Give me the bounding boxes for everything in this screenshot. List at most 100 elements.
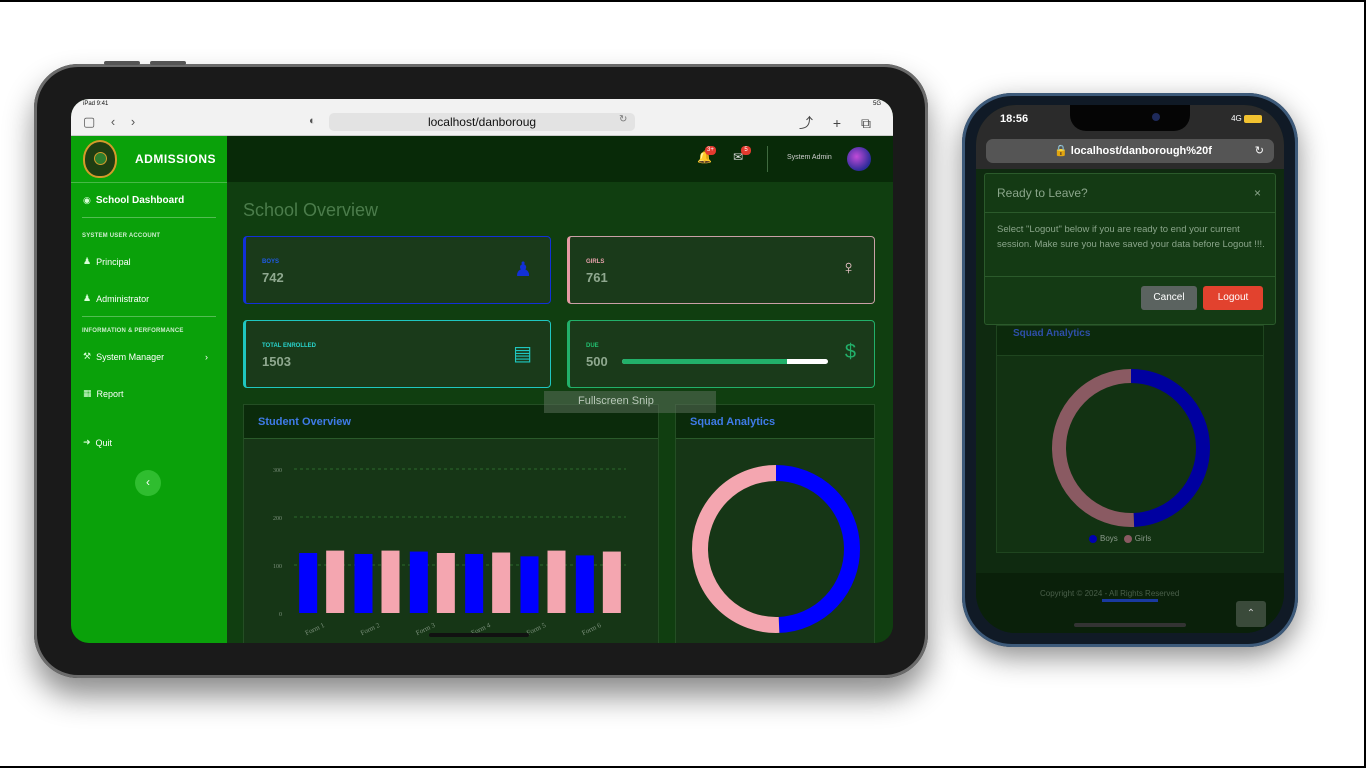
bar bbox=[326, 550, 345, 613]
due-card: DUE 500 $ bbox=[567, 320, 875, 388]
modal-divider bbox=[985, 212, 1275, 213]
squad-analytics-panel: Squad Analytics Boys Girls bbox=[996, 325, 1264, 553]
sidebar-brand[interactable]: ADMISSIONS bbox=[71, 136, 227, 183]
phone-device: 18:56 4G 🔒 localhost/danborough%20f ↻ Sq… bbox=[962, 93, 1298, 647]
bar bbox=[436, 553, 455, 613]
y-tick-label: 200 bbox=[273, 516, 282, 522]
x-tick-label: Form 6 bbox=[581, 621, 603, 637]
brand-title: ADMISSIONS bbox=[135, 152, 217, 166]
card-value: 1503 bbox=[262, 354, 291, 369]
sidebar-item-label: Principal bbox=[96, 256, 131, 267]
address-bar[interactable]: localhost/danboroug bbox=[329, 113, 635, 131]
topbar: 🔔 3+ ✉ 5 System Admin bbox=[227, 136, 893, 182]
tablet-status-bar: iPad 9:41 5G bbox=[71, 99, 893, 109]
squad-donut-chart bbox=[692, 465, 860, 633]
home-indicator bbox=[429, 633, 529, 637]
sidebar-item-label: System Manager bbox=[96, 351, 165, 362]
page-title: School Overview bbox=[243, 200, 379, 220]
frame-border-top bbox=[0, 0, 1366, 2]
phone-screen: 18:56 4G 🔒 localhost/danborough%20f ↻ Sq… bbox=[976, 105, 1284, 633]
topbar-divider bbox=[767, 146, 768, 172]
x-tick-label: Form 2 bbox=[359, 621, 381, 637]
donut-slice bbox=[692, 465, 780, 633]
bar bbox=[575, 555, 594, 613]
bar bbox=[465, 553, 484, 613]
alerts-count-badge: 3+ bbox=[705, 146, 716, 155]
legend-swatch bbox=[1089, 534, 1097, 543]
card-label: TOTAL ENROLLED bbox=[262, 343, 316, 349]
panel-title: Squad Analytics bbox=[690, 416, 776, 428]
reload-icon[interactable]: ↻ bbox=[619, 114, 627, 125]
squad-analytics-panel: Squad Analytics bbox=[675, 404, 875, 643]
browser-actions-icon[interactable]: ⤴ + ⧉ bbox=[799, 113, 879, 133]
tablet-screen: iPad 9:41 5G ▢ ‹ › ◐ localhost/danboroug… bbox=[71, 99, 893, 643]
sidebar-item-principal[interactable]: ♟ Principal bbox=[83, 256, 131, 267]
wrench-icon: ⚒ bbox=[83, 351, 92, 361]
status-network: 5G bbox=[872, 101, 881, 107]
enrolled-card: TOTAL ENROLLED 1503 ▤ bbox=[243, 320, 551, 388]
close-icon[interactable]: × bbox=[1254, 186, 1261, 200]
donut-slice bbox=[1052, 369, 1135, 527]
card-value: 742 bbox=[262, 270, 284, 285]
legend-swatch bbox=[1123, 534, 1132, 543]
card-label: BOYS bbox=[262, 259, 280, 265]
girls-card: GIRLS 761 ♀ bbox=[567, 236, 875, 304]
bar bbox=[299, 553, 318, 613]
sidebar-item-report[interactable]: ▦ Report bbox=[83, 388, 124, 399]
bar bbox=[354, 553, 373, 613]
bar bbox=[409, 551, 428, 613]
sidebar-item-dashboard[interactable]: ◉ School Dashboard bbox=[83, 195, 184, 206]
donut-slice bbox=[775, 465, 860, 633]
browser-toolbar: 🔒 localhost/danborough%20f ↻ bbox=[976, 135, 1284, 169]
student-overview-panel: Student Overview 0 100 200 300 Form 1 Form 2 F… bbox=[243, 404, 659, 643]
sign-out-icon: ➜ bbox=[83, 437, 91, 447]
reload-icon[interactable]: ↻ bbox=[1255, 144, 1264, 157]
status-time: 18:56 bbox=[1000, 113, 1029, 125]
tablet-power-button bbox=[150, 61, 186, 65]
user-icon: ♟ bbox=[83, 256, 92, 266]
privacy-shield-icon[interactable]: ◐ bbox=[309, 115, 316, 127]
sidebar-item-label: Quit bbox=[95, 437, 113, 448]
footer-link[interactable] bbox=[1102, 599, 1158, 602]
user-name[interactable]: System Admin bbox=[787, 154, 832, 161]
due-progress-fill bbox=[622, 359, 787, 364]
chevron-right-icon: › bbox=[205, 351, 208, 362]
sidebar-toggle-button[interactable]: ‹ bbox=[135, 470, 161, 496]
address-bar[interactable]: 🔒 localhost/danborough%20f bbox=[986, 139, 1274, 163]
sidebar-item-administrator[interactable]: ♟ Administrator bbox=[83, 293, 149, 304]
status-signal: 4G bbox=[1231, 114, 1262, 123]
sidebar-item-quit[interactable]: ➜ Quit bbox=[83, 437, 112, 448]
cancel-button[interactable]: Cancel bbox=[1141, 286, 1197, 310]
battery-icon bbox=[1244, 114, 1262, 123]
bell-icon[interactable]: 🔔 3+ bbox=[697, 146, 716, 164]
male-icon: ♟ bbox=[514, 259, 532, 281]
card-label: DUE bbox=[586, 343, 599, 349]
scroll-top-button[interactable]: ⌃ bbox=[1236, 601, 1266, 627]
y-tick-label: 100 bbox=[273, 564, 282, 570]
school-crest-logo bbox=[83, 140, 117, 178]
sidebar-divider bbox=[82, 316, 216, 317]
avatar[interactable] bbox=[847, 147, 871, 171]
signal-text: 4G bbox=[1231, 114, 1242, 123]
boys-card: BOYS 742 ♟ bbox=[243, 236, 551, 304]
sidebar-divider bbox=[82, 217, 216, 218]
sidebar-item-label: School Dashboard bbox=[95, 195, 185, 206]
female-icon: ♀ bbox=[841, 257, 856, 279]
legend-item-girls[interactable]: Girls bbox=[1123, 534, 1151, 543]
logout-button[interactable]: Logout bbox=[1203, 286, 1263, 310]
dashboard-icon: ◉ bbox=[83, 195, 91, 205]
modal-body: Select "Logout" below if you are ready t… bbox=[997, 224, 1265, 250]
modal-divider bbox=[985, 276, 1275, 277]
tablet-device: iPad 9:41 5G ▢ ‹ › ◐ localhost/danboroug… bbox=[34, 61, 928, 678]
copyright-text: Copyright © 2024 - All Rights Reserved bbox=[1040, 589, 1180, 598]
sidebar-item-label: Report bbox=[96, 388, 124, 399]
status-time: iPad 9:41 bbox=[83, 101, 109, 107]
sidebar-heading-system: SYSTEM USER ACCOUNT bbox=[82, 233, 161, 239]
sidebar-heading-info: INFORMATION & PERFORMANCE bbox=[82, 328, 184, 334]
due-progress-bar bbox=[622, 359, 828, 364]
legend-item-boys[interactable]: Boys bbox=[1089, 534, 1118, 543]
browser-nav-icon[interactable]: ▢ ‹ › bbox=[83, 114, 141, 130]
bar bbox=[547, 550, 566, 613]
sidebar-item-system-manager[interactable]: ⚒ System Manager › bbox=[83, 351, 223, 362]
envelope-icon[interactable]: ✉ 5 bbox=[733, 146, 751, 164]
